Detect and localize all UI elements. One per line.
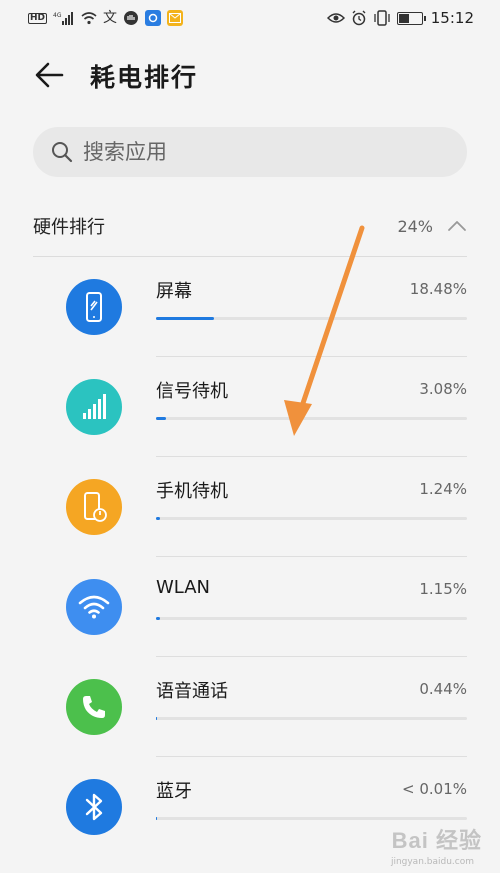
row-icon-badge (66, 479, 122, 535)
hd-icon: HD (28, 12, 48, 24)
usage-bar-fill (156, 517, 160, 520)
vibrate-icon (373, 10, 391, 26)
section-percent: 24% (397, 216, 433, 236)
section-title: 硬件排行 (33, 217, 105, 238)
list-item-signal-standby[interactable]: 信号待机 3.08% (0, 357, 500, 457)
row-icon-badge (66, 579, 122, 635)
row-name: 屏幕 (156, 281, 192, 302)
back-button[interactable] (32, 60, 66, 90)
phone-call-icon (83, 696, 105, 718)
alarm-icon (351, 10, 367, 26)
usage-bar (156, 417, 467, 420)
usage-bar-fill (156, 317, 214, 320)
watermark-url: jingyan.baidu.com (390, 857, 474, 867)
search-bar[interactable] (33, 127, 467, 177)
row-percent: 1.15% (419, 580, 467, 598)
page-title: 耗电排行 (90, 63, 199, 92)
row-name: 手机待机 (156, 481, 228, 502)
usage-bar (156, 317, 467, 320)
usage-bar (156, 617, 467, 620)
net-type-label: 4G (53, 12, 62, 19)
row-icon-badge (66, 279, 122, 335)
usage-bar (156, 517, 467, 520)
row-name: 信号待机 (156, 381, 228, 402)
row-percent: 3.08% (419, 380, 467, 398)
baidu-watermark: Bai 经验 (392, 823, 482, 855)
row-name: 语音通话 (156, 681, 228, 702)
battery-icon (396, 11, 426, 25)
chevron-up-icon[interactable] (447, 220, 467, 232)
watermark-text: Bai 经验 (391, 828, 482, 853)
translate-icon: 文 (103, 10, 118, 26)
app-header: 耗电排行 (0, 50, 500, 100)
row-percent: 18.48% (409, 280, 467, 298)
list-item-phone-standby[interactable]: 手机待机 1.24% (0, 457, 500, 557)
search-input[interactable] (83, 140, 423, 164)
usage-bar (156, 717, 467, 720)
usage-bar-fill (156, 717, 158, 720)
phone-screen-icon (86, 292, 102, 322)
row-icon-badge (66, 379, 122, 435)
4g-signal-icon: 4G (53, 11, 75, 25)
usage-bar (156, 817, 467, 820)
usage-bar-fill (156, 817, 158, 820)
wifi-icon (78, 595, 110, 619)
clock-time: 15:12 (430, 9, 474, 27)
app-blue-icon (145, 10, 162, 26)
hardware-section-header[interactable]: 硬件排行 24% (33, 204, 467, 248)
row-icon-badge (66, 779, 122, 835)
section-summary: 24% (397, 217, 467, 236)
wifi-icon (81, 11, 97, 25)
row-percent: < 0.01% (402, 780, 467, 798)
status-bar-right: 15:12 (326, 9, 474, 27)
list-item-voice-call[interactable]: 语音通话 0.44% (0, 657, 500, 757)
status-bar-left: HD 4G 文 (28, 10, 184, 26)
row-percent: 0.44% (419, 680, 467, 698)
signal-bars-icon (83, 394, 106, 419)
status-bar: HD 4G 文 15:12 (0, 0, 500, 36)
row-percent: 1.24% (419, 480, 467, 498)
eye-icon (326, 12, 345, 24)
battery-level (398, 13, 409, 23)
row-name: 蓝牙 (156, 781, 192, 802)
row-name: WLAN (156, 577, 211, 598)
usage-bar-fill (156, 617, 160, 620)
mail-yellow-icon (167, 10, 184, 26)
list-item-wlan[interactable]: WLAN 1.15% (0, 557, 500, 657)
bluetooth-icon (85, 793, 103, 821)
usage-bar-fill (156, 417, 166, 420)
hardware-list: 屏幕 18.48% 信号待机 3.08% 手机待机 1.24% WLAN 1.1… (0, 257, 500, 857)
arrow-left-icon (35, 62, 64, 88)
search-icon (52, 142, 73, 163)
row-icon-badge (66, 679, 122, 735)
list-item-screen[interactable]: 屏幕 18.48% (0, 257, 500, 357)
hand-icon (123, 10, 139, 26)
phone-standby-icon (84, 492, 107, 522)
